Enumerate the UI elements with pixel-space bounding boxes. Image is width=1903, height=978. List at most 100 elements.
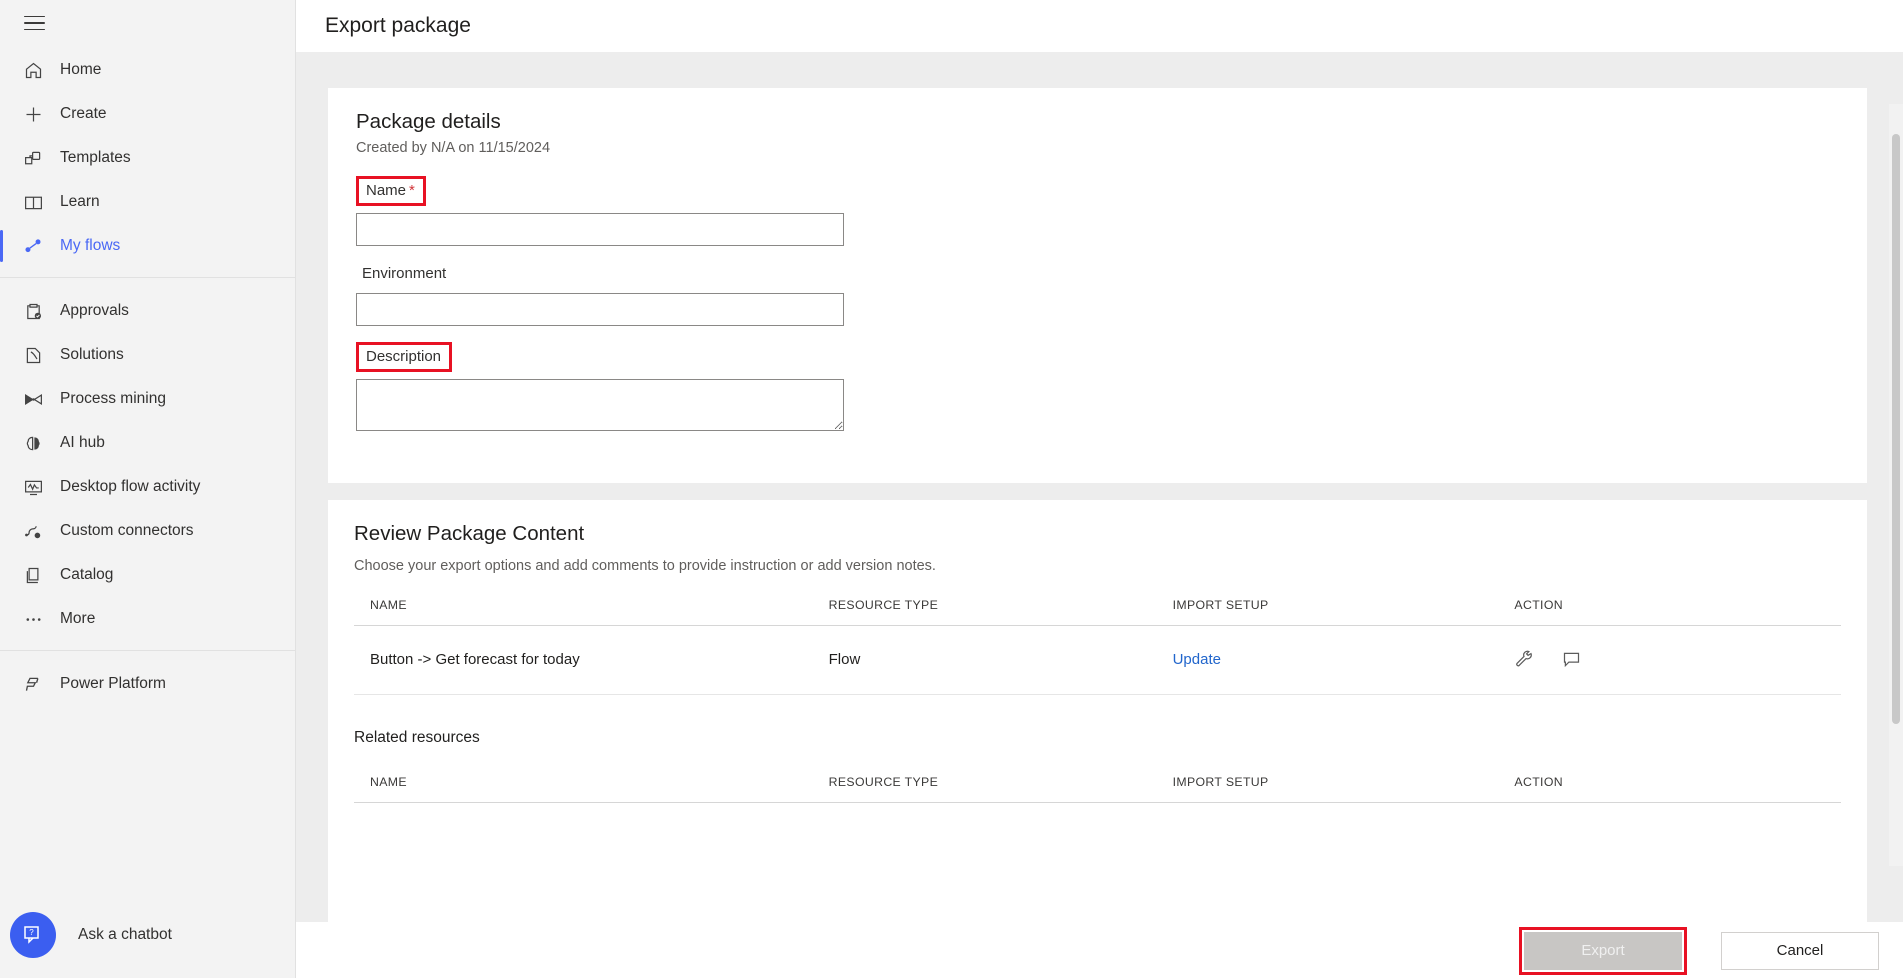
- power-platform-icon: [12, 674, 54, 695]
- export-button[interactable]: Export: [1524, 931, 1682, 970]
- environment-label: Environment: [362, 265, 447, 282]
- sidebar-item-ai-hub[interactable]: AI hub: [0, 421, 295, 465]
- related-column-header-resource-type: RESOURCE TYPE: [828, 775, 1173, 803]
- nav-footer-group: Power Platform: [0, 660, 295, 706]
- book-icon: [12, 192, 54, 213]
- sidebar-item-solutions[interactable]: Solutions: [0, 333, 295, 377]
- field-environment: Environment: [356, 262, 1839, 326]
- field-name: Name *: [356, 176, 1839, 246]
- related-column-header-name: NAME: [354, 775, 829, 803]
- cancel-button[interactable]: Cancel: [1721, 931, 1879, 970]
- table-header-row: NAME RESOURCE TYPE IMPORT SETUP ACTION: [354, 598, 1841, 626]
- package-details-title: Package details: [356, 110, 501, 133]
- sidebar-item-label: Custom connectors: [60, 522, 194, 539]
- environment-input[interactable]: [356, 293, 844, 326]
- sidebar-item-label: Approvals: [60, 302, 129, 319]
- cell-import-setup: Update: [1172, 625, 1515, 695]
- sidebar-item-label: Catalog: [60, 566, 114, 583]
- custom-connector-icon: [12, 521, 54, 542]
- sidebar-item-more[interactable]: More: [0, 597, 295, 641]
- nav-header: [0, 0, 295, 46]
- export-button-highlight: Export: [1519, 926, 1687, 975]
- package-created-text: Created by N/A on 11/15/2024: [356, 140, 551, 156]
- clipboard-check-icon: [12, 301, 54, 322]
- sidebar-item-label: Learn: [60, 193, 100, 210]
- sidebar-item-desktop-flow-activity[interactable]: Desktop flow activity: [0, 465, 295, 509]
- sidebar-item-label: AI hub: [60, 434, 105, 451]
- action-footer: Export Cancel: [296, 922, 1903, 978]
- cell-actions: [1514, 625, 1841, 695]
- sidebar-item-templates[interactable]: Templates: [0, 136, 295, 180]
- name-input[interactable]: [356, 213, 844, 246]
- home-icon: [12, 60, 54, 81]
- sidebar-item-label: Power Platform: [60, 675, 166, 692]
- nav-primary-group: Home Create Templates Learn My flows: [0, 46, 295, 268]
- name-label-highlighted: Name *: [356, 176, 426, 206]
- sidebar-item-label: Templates: [60, 149, 131, 166]
- related-column-header-import-setup: IMPORT SETUP: [1172, 775, 1515, 803]
- sidebar-item-my-flows[interactable]: My flows: [0, 224, 295, 268]
- required-asterisk: *: [409, 182, 415, 199]
- content-area: Package details Created by N/A on 11/15/…: [296, 52, 1903, 922]
- sidebar-item-process-mining[interactable]: Process mining: [0, 377, 295, 421]
- ai-brain-icon: [12, 433, 54, 454]
- plus-icon: [12, 104, 54, 125]
- import-setup-update-link[interactable]: Update: [1173, 651, 1221, 668]
- related-column-header-action: ACTION: [1514, 775, 1841, 803]
- chatbot-icon[interactable]: ?: [10, 912, 56, 958]
- field-description: Description: [356, 342, 1839, 431]
- left-navigation-sidebar: Home Create Templates Learn My flows App…: [0, 0, 296, 978]
- related-resources-title: Related resources: [354, 729, 480, 746]
- description-label-highlighted: Description: [356, 342, 453, 372]
- page-title: Export package: [325, 14, 471, 37]
- app-root: Home Create Templates Learn My flows App…: [0, 0, 1903, 978]
- nav-secondary-group: Approvals Solutions Process mining AI hu…: [0, 287, 295, 641]
- sidebar-item-label: My flows: [60, 237, 121, 254]
- comment-icon[interactable]: [1561, 649, 1582, 670]
- sidebar-item-label: Process mining: [60, 390, 166, 407]
- templates-icon: [12, 148, 54, 169]
- column-header-name: NAME: [354, 598, 829, 626]
- catalog-icon: [12, 565, 54, 586]
- monitor-activity-icon: [12, 477, 54, 498]
- scroll-region[interactable]: Package details Created by N/A on 11/15/…: [296, 52, 1903, 922]
- sidebar-item-label: Solutions: [60, 346, 124, 363]
- review-package-card: Review Package Content Choose your expor…: [328, 500, 1867, 922]
- column-header-import-setup: IMPORT SETUP: [1172, 598, 1515, 626]
- sidebar-item-home[interactable]: Home: [0, 48, 295, 92]
- sidebar-item-catalog[interactable]: Catalog: [0, 553, 295, 597]
- chatbot-label: Ask a chatbot: [78, 926, 172, 943]
- table-row: Button -> Get forecast for today Flow Up…: [354, 625, 1841, 695]
- sidebar-item-approvals[interactable]: Approvals: [0, 289, 295, 333]
- main-region: Export package Package details Created b…: [296, 0, 1903, 978]
- description-textarea[interactable]: [356, 379, 844, 431]
- cell-resource-type: Flow: [828, 625, 1173, 695]
- nav-divider-2: [0, 650, 295, 651]
- process-mining-icon: [12, 389, 54, 410]
- scrollbar-thumb[interactable]: [1892, 134, 1900, 724]
- vertical-scrollbar[interactable]: [1889, 104, 1903, 866]
- sidebar-item-create[interactable]: Create: [0, 92, 295, 136]
- svg-text:?: ?: [29, 928, 34, 937]
- related-resources-table: NAME RESOURCE TYPE IMPORT SETUP ACTION: [354, 775, 1841, 803]
- page-header: Export package: [296, 0, 1903, 52]
- nav-divider-1: [0, 277, 295, 278]
- sidebar-item-learn[interactable]: Learn: [0, 180, 295, 224]
- sidebar-item-custom-connectors[interactable]: Custom connectors: [0, 509, 295, 553]
- solutions-icon: [12, 345, 54, 366]
- sidebar-item-power-platform[interactable]: Power Platform: [0, 662, 295, 706]
- sidebar-item-label: Create: [60, 105, 107, 122]
- global-nav-toggle[interactable]: [12, 4, 56, 42]
- wrench-icon[interactable]: [1514, 649, 1535, 670]
- card-gap: [328, 483, 1879, 500]
- review-package-title: Review Package Content: [354, 522, 585, 545]
- package-details-card: Package details Created by N/A on 11/15/…: [328, 88, 1867, 483]
- package-content-table: NAME RESOURCE TYPE IMPORT SETUP ACTION B…: [354, 598, 1841, 695]
- sidebar-item-label: Desktop flow activity: [60, 478, 201, 495]
- flow-icon: [12, 235, 54, 257]
- review-package-description: Choose your export options and add comme…: [354, 558, 936, 574]
- column-header-action: ACTION: [1514, 598, 1841, 626]
- related-table-header-row: NAME RESOURCE TYPE IMPORT SETUP ACTION: [354, 775, 1841, 803]
- cell-resource-name: Button -> Get forecast for today: [354, 625, 829, 695]
